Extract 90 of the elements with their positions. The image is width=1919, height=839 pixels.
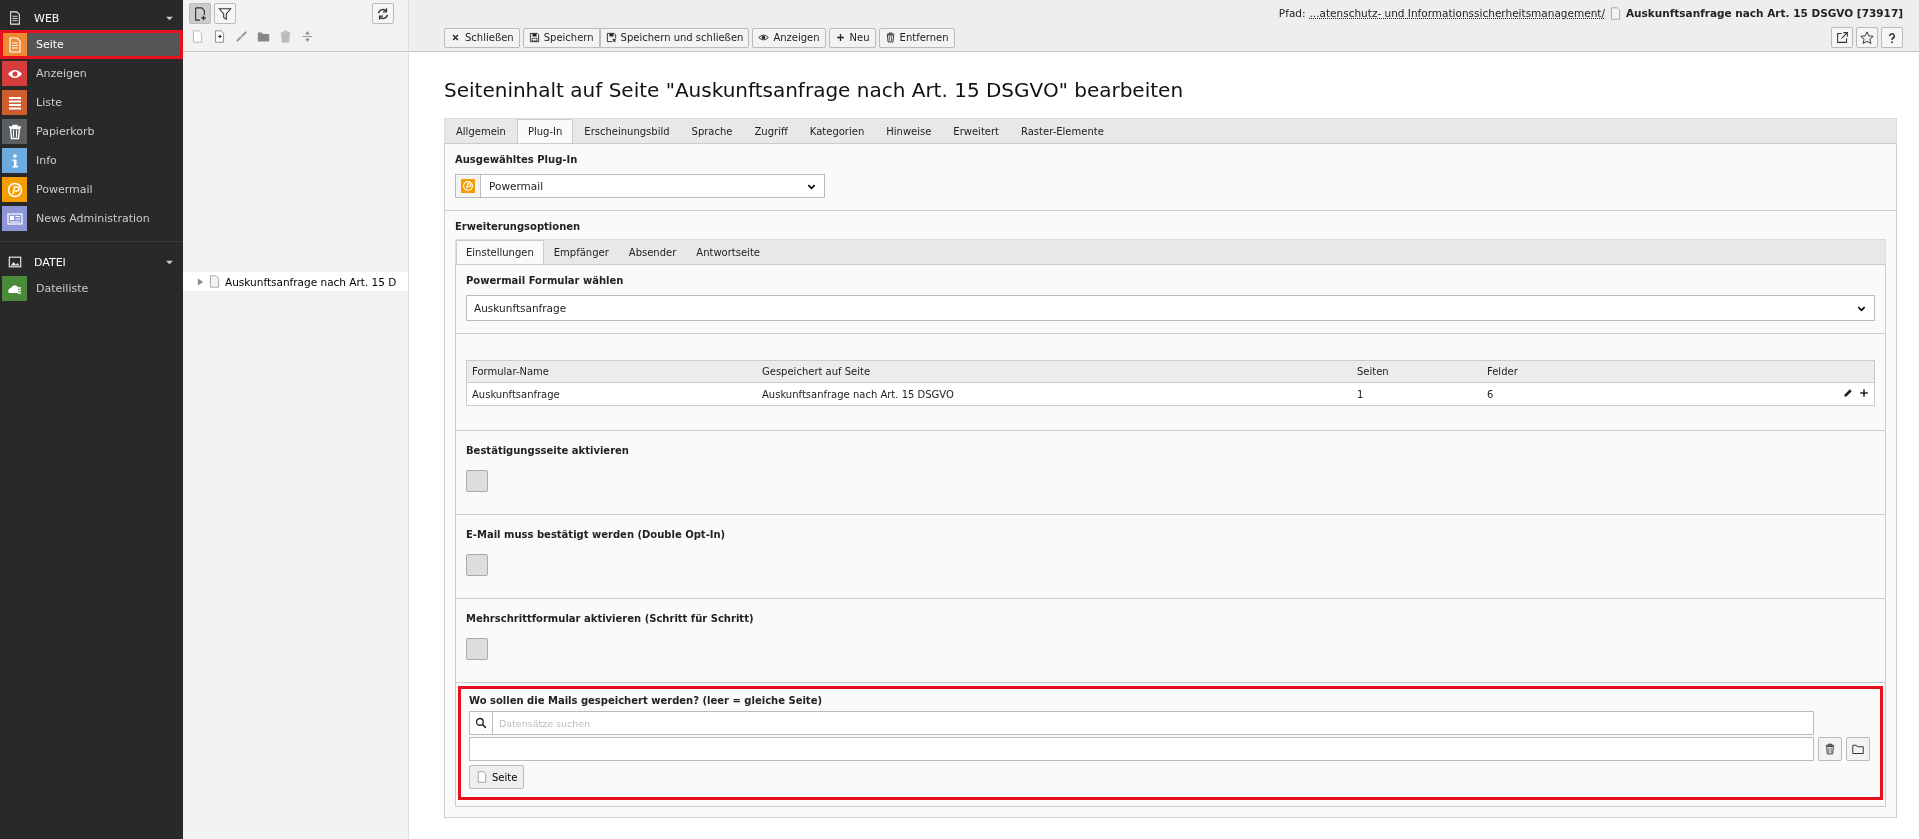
bookmark-star-button[interactable] [1856,27,1878,48]
folder-icon [1852,743,1864,755]
page-browser-button[interactable]: Seite [469,765,525,789]
tab[interactable]: Antwortseite [686,240,770,264]
tab[interactable]: Zugriff [743,119,799,143]
plus-icon [834,32,846,43]
external-link-icon [1835,31,1849,44]
table-cell: Auskunftsanfrage [466,382,757,406]
tab[interactable]: Allgemein [445,119,517,143]
module-menu-item[interactable]: Papierkorb [0,117,183,146]
column-header: Seiten [1352,360,1482,383]
tab[interactable]: Erweitert [942,119,1010,143]
page-icon [8,11,22,25]
toolbar-button[interactable]: Schließen [444,27,520,48]
tab[interactable]: Absender [618,240,687,264]
group-title[interactable]: WEB [34,11,166,25]
plus-icon[interactable] [1859,388,1869,398]
page-icon [1609,6,1622,20]
module-menu-item[interactable]: News Administration [0,204,183,233]
help-icon [1886,31,1898,44]
image-icon [8,255,22,269]
page-icon [476,771,488,783]
star-icon [1860,30,1874,45]
refresh-icon [376,6,390,21]
toolbar-button[interactable]: Entfernen [878,27,955,48]
toolbar-button[interactable]: Anzeigen [752,27,826,48]
delete-button[interactable] [1818,737,1842,761]
field-label: Wo sollen die Mails gespeichert werden? (leer = gleiche Seite) [469,695,823,706]
field-label: Mehrschrittformular aktivieren (Schritt für Schritt) [466,613,755,624]
page-icon[interactable] [213,30,226,43]
refresh-button[interactable] [372,3,394,24]
toolbar-button[interactable]: Speichern und schließen [599,27,750,48]
path-link[interactable]: ...atenschutz- und Informationssicherheitsmanagement/ [1309,7,1605,19]
divider-icon[interactable] [301,30,314,43]
filter-icon [218,6,232,21]
folder-icon[interactable] [257,30,270,43]
help-button[interactable] [1881,27,1903,48]
group-title[interactable]: DATEI [34,255,166,269]
toolbar-button[interactable]: Speichern [522,27,600,48]
module-menu-item[interactable]: Seite [0,30,183,59]
current-page-title: Auskunftsanfrage nach Art. 15 DSGVO [73917] [1626,7,1903,19]
eye-icon [758,32,770,43]
new-page-icon [193,6,207,21]
tab[interactable]: Hinweise [875,119,943,143]
trash-icon [1824,743,1836,755]
module-menu-item[interactable]: Liste [0,88,183,117]
page-icon [208,275,221,288]
path-label: Pfad: [1278,7,1306,19]
module-menu-item[interactable]: Anzeigen [0,59,183,88]
tab[interactable]: Raster-Elemente [1010,119,1115,143]
tab[interactable]: Einstellungen [456,240,544,264]
filter-button[interactable] [214,3,236,24]
search-field[interactable]: Datensätze suchen [492,711,1814,735]
table-cell: Auskunftsanfrage nach Art. 15 DSGVO [757,382,1352,406]
table-cell: 6 [1482,382,1681,406]
search-icon [475,717,487,729]
pencil-icon[interactable] [1842,388,1853,398]
plugin-select[interactable]: Powermail [455,174,825,198]
caret-icon[interactable] [166,14,173,22]
checkbox[interactable] [466,470,488,492]
column-header: Formular-Name [466,360,757,383]
tab[interactable]: Kategorien [798,119,876,143]
tab[interactable]: Plug-In [516,119,574,143]
field-label: Powermail Formular wählen [466,275,625,286]
form-select[interactable]: Auskunftsanfrage [466,295,1875,321]
module-menu-item[interactable]: Dateiliste [0,274,183,303]
tab[interactable]: Sprache [680,119,744,143]
module-menu-item[interactable]: Info [0,146,183,175]
expand-arrow-icon[interactable] [197,277,204,286]
page-heading: Seiteninhalt auf Seite "Auskunftsanfrage nach Art. 15 DSGVO" bearbeiten [444,78,1185,102]
checkbox[interactable] [466,554,488,576]
new-page-button[interactable] [189,3,211,24]
browse-folder-button[interactable] [1846,737,1870,761]
toolbar-button[interactable]: Neu [828,27,876,48]
field-label: Ausgewähltes Plug-In [455,154,579,165]
column-header: Gespeichert auf Seite [757,360,1352,383]
section-title: Erweiterungsoptionen [455,221,582,232]
field-label: E-Mail muss bestätigt werden (Double Opt-In) [466,529,727,540]
checkbox[interactable] [466,638,488,660]
caret-icon[interactable] [166,258,173,266]
module-menu-item[interactable]: Powermail [0,175,183,204]
field-label: Bestätigungsseite aktivieren [466,445,630,456]
tab[interactable]: Empfänger [543,240,619,264]
open-new-window-button[interactable] [1831,27,1853,48]
tab[interactable]: Erscheinungsbild [573,119,681,143]
column-header: Felder [1482,360,1681,383]
close-icon [450,32,461,43]
table-cell: 1 [1352,382,1482,406]
floppy-disk-icon [605,32,617,43]
trash-icon [884,32,896,43]
